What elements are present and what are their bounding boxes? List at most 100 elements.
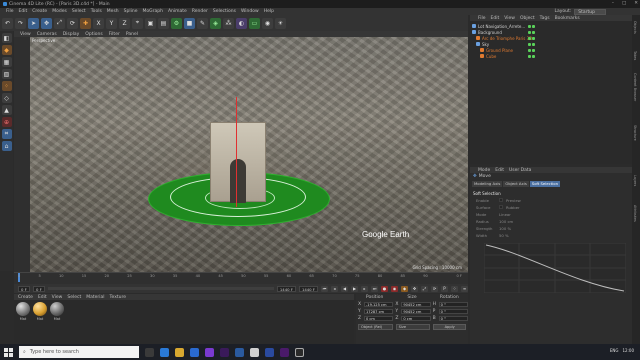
undo-icon[interactable]: ↶ [2, 17, 13, 29]
object-menu-view[interactable]: View [504, 16, 515, 21]
menu-window[interactable]: Window [241, 9, 259, 14]
size-y-field[interactable]: 90452 cm [401, 308, 431, 314]
menu-animate[interactable]: Animate [168, 9, 187, 14]
start-frame-field[interactable]: 0 F [18, 285, 30, 292]
snap-icon[interactable]: ⌗ [1, 129, 12, 139]
visibility-flags[interactable] [528, 42, 535, 46]
material-menu-create[interactable]: Create [18, 295, 33, 300]
clock[interactable]: 12:00 [622, 348, 634, 353]
visibility-flags[interactable] [528, 30, 535, 34]
visibility-flags[interactable] [528, 24, 535, 28]
make-editable-icon[interactable]: ◧ [1, 33, 12, 43]
workplane-icon[interactable]: ▧ [1, 69, 12, 79]
preview-range-slider[interactable] [48, 287, 274, 290]
menu-file[interactable]: File [6, 9, 14, 14]
keyframe-selection-icon[interactable]: ◆ [401, 285, 408, 292]
lock-workplane-icon[interactable]: ⌂ [1, 141, 12, 151]
side-tab-objects[interactable]: Objects [633, 21, 637, 34]
viewport-menu-options[interactable]: Options [85, 32, 102, 37]
menu-spline[interactable]: Spline [124, 9, 138, 14]
material-menu-view[interactable]: View [52, 295, 63, 300]
enable-checkbox[interactable] [499, 198, 503, 202]
menu-selections[interactable]: Selections [213, 9, 236, 14]
menu-mograph[interactable]: MoGraph [143, 9, 163, 14]
end-frame-field[interactable]: 1440 F [276, 285, 296, 292]
attr-menu-user-data[interactable]: User Data [509, 168, 531, 173]
taskbar-search-box[interactable]: ⌕ Type here to search [19, 346, 139, 358]
maximize-button[interactable]: □ [622, 1, 626, 6]
parameter-key-icon[interactable]: P [441, 285, 448, 292]
material-swatch[interactable]: Mat [16, 302, 30, 321]
file-explorer-icon[interactable] [175, 347, 184, 357]
rotation-p-field[interactable]: 0 ° [438, 308, 468, 314]
texture-mode-icon[interactable]: ▦ [1, 57, 12, 67]
position-x-field[interactable]: -19.125 cm [364, 301, 394, 307]
mode-dropdown[interactable]: Linear [499, 212, 511, 217]
subdivision-icon[interactable]: ◈ [210, 17, 221, 29]
perspective-viewport[interactable]: Perspective Google Earth Grid Spacing : … [30, 37, 468, 272]
polygons-mode-icon[interactable]: ▲ [1, 105, 12, 115]
menu-tools[interactable]: Tools [91, 9, 102, 14]
language-indicator[interactable]: ENG [610, 348, 619, 353]
rotate-icon[interactable]: ⟳ [67, 17, 78, 29]
layout-select[interactable]: Startup [574, 8, 606, 15]
coordinate-mode-dropdown[interactable]: Object (Rel) [358, 324, 393, 330]
cube-icon[interactable]: ■ [184, 17, 195, 29]
timeline-menu-icon[interactable]: ≡ [461, 285, 468, 292]
visual-studio-icon[interactable] [205, 347, 214, 357]
record-active-objects-icon[interactable]: ● [381, 285, 388, 292]
rotation-h-field[interactable]: 0 ° [438, 301, 468, 307]
axis-mode-icon[interactable]: ⊕ [1, 117, 12, 127]
render-view-icon[interactable]: ▣ [145, 17, 156, 29]
minimize-button[interactable]: – [612, 1, 614, 6]
previous-key-icon[interactable]: ◂ [331, 285, 338, 292]
go-to-end-icon[interactable]: ⏭ [371, 285, 378, 292]
menu-edit[interactable]: Edit [19, 9, 28, 14]
play-backwards-icon[interactable]: ◀ [341, 285, 348, 292]
visibility-flags[interactable] [528, 36, 535, 40]
chrome-icon[interactable] [250, 347, 259, 357]
object-menu-tags[interactable]: Tags [540, 16, 550, 21]
material-menu-select[interactable]: Select [67, 295, 81, 300]
edge-browser-icon[interactable] [160, 347, 169, 357]
render-picture-viewer-icon[interactable]: ▤ [158, 17, 169, 29]
apply-button[interactable]: Apply [433, 324, 467, 330]
object-menu-bookmarks[interactable]: Bookmarks [555, 16, 580, 21]
material-menu-texture[interactable]: Texture [110, 295, 126, 300]
move-icon[interactable]: ✥ [41, 17, 52, 29]
side-tab-attributes[interactable]: Attributes [633, 205, 637, 222]
position-z-field[interactable]: 0 cm [364, 315, 394, 321]
radius-field[interactable]: 100 cm [499, 219, 513, 224]
move-handle-y-axis[interactable] [236, 97, 237, 207]
viewport-menu-view[interactable]: View [20, 32, 31, 37]
menu-mesh[interactable]: Mesh [107, 9, 119, 14]
edges-mode-icon[interactable]: ◇ [1, 93, 12, 103]
timeline-ruler[interactable]: 0 5 10 15 20 25 30 35 40 45 50 55 60 65 … [14, 272, 468, 284]
tab-object-axis[interactable]: Object Axis [503, 181, 529, 187]
attr-menu-edit[interactable]: Edit [495, 168, 504, 173]
points-mode-icon[interactable]: ⁘ [1, 81, 12, 91]
material-swatch[interactable]: Mat [33, 302, 47, 321]
menu-modes[interactable]: Modes [52, 9, 67, 14]
close-button[interactable]: ✕ [634, 1, 638, 6]
c4d-lite-icon[interactable] [295, 347, 304, 357]
task-view-icon[interactable] [145, 347, 154, 357]
transform-icon[interactable]: ✚ [80, 17, 91, 29]
viewport-menu-cameras[interactable]: Cameras [37, 32, 57, 37]
falloff-curve-graph[interactable] [484, 243, 626, 293]
z-axis-icon[interactable]: Z [119, 17, 130, 29]
object-menu-object[interactable]: Object [520, 16, 535, 21]
next-key-icon[interactable]: ▸ [361, 285, 368, 292]
scale-icon[interactable]: ⤢ [54, 17, 65, 29]
rotation-b-field[interactable]: 0 ° [438, 315, 468, 321]
attr-menu-mode[interactable]: Mode [478, 168, 490, 173]
array-icon[interactable]: ⁂ [223, 17, 234, 29]
light-icon[interactable]: ☀ [275, 17, 286, 29]
point-level-animation-icon[interactable]: ⁘ [451, 285, 458, 292]
material-swatch[interactable]: Mat [50, 302, 64, 321]
side-tab-layers[interactable]: Layers [633, 175, 637, 186]
position-y-field[interactable]: 17287 cm [364, 308, 394, 314]
live-selection-icon[interactable]: ➤ [28, 17, 39, 29]
photoshop-icon[interactable] [235, 347, 244, 357]
tab-soft-selection[interactable]: Soft Selection [529, 181, 561, 187]
